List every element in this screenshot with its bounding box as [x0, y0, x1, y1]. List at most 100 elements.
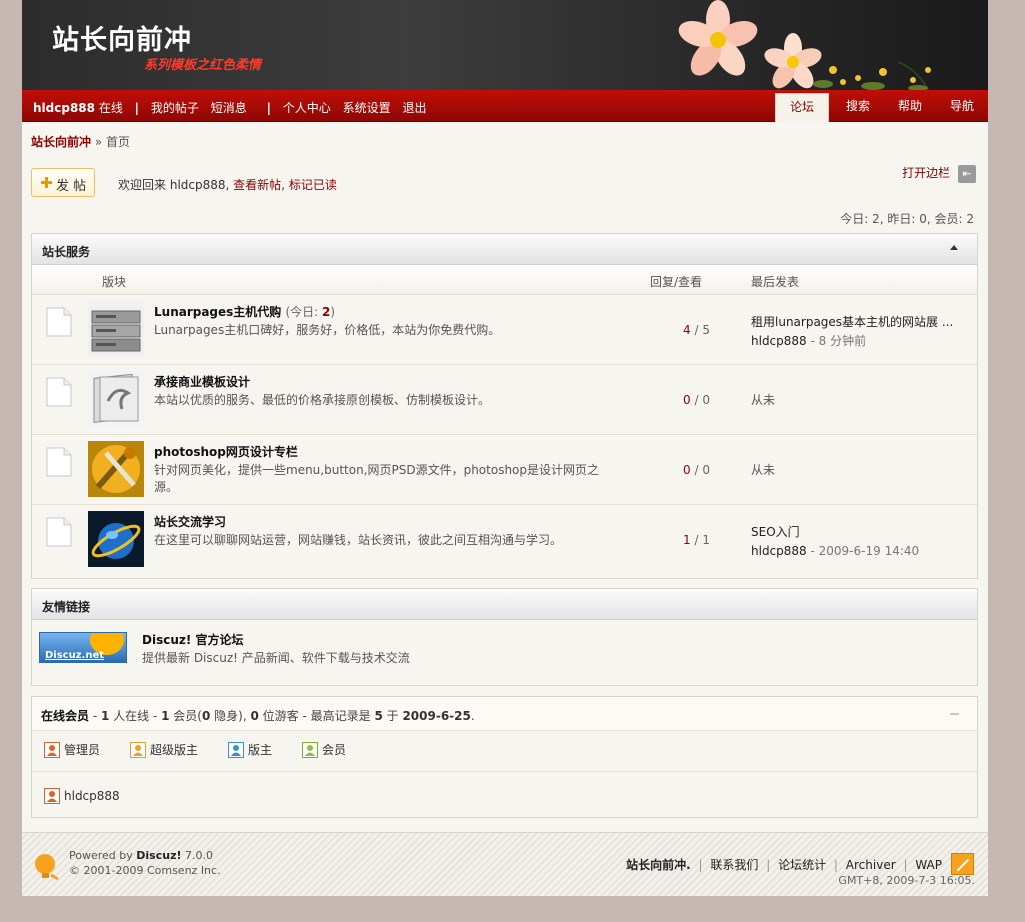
site-logo-title[interactable]: 站长向前冲	[52, 18, 192, 57]
table-header: 版块 回复/查看 最后发表	[32, 265, 977, 295]
settings-link[interactable]: 系统设置	[343, 101, 391, 115]
messages-link[interactable]: 短消息	[211, 101, 247, 115]
category-title[interactable]: 站长服务	[42, 245, 90, 259]
footer-links: 站长向前冲. | 联系我们 | 论坛统计 | Archiver | WAP	[626, 856, 942, 873]
today-count: (今日: 2)	[286, 305, 336, 319]
profile-center-link[interactable]: 个人中心	[283, 101, 331, 115]
legend-super-mod: 超级版主	[130, 741, 198, 758]
site-tagline: 系列模板之红色柔情	[144, 58, 262, 73]
logout-link[interactable]: 退出	[402, 101, 426, 115]
new-post-button[interactable]: 发 帖	[31, 168, 95, 197]
powered-by-text: Powered by	[69, 849, 137, 862]
wap-link[interactable]: WAP	[915, 858, 942, 872]
legend-label: 会员	[322, 743, 347, 757]
forum-status-icon	[46, 307, 72, 337]
online-text: 位游客 - 最高记录是	[258, 709, 375, 723]
forum-description: 在这里可以聊聊网站运营，网站赚钱，站长资讯，彼此之间互相沟通与学习。	[154, 533, 563, 547]
forum-description: 本站以优质的服务、最低的价格承接原创模板、仿制模板设计。	[154, 393, 491, 407]
slash: /	[690, 393, 703, 407]
site-header: 站长向前冲 系列模板之红色柔情	[22, 0, 988, 90]
forum-description: Lunarpages主机口碑好，服务好，价格低，本站为你免费代购。	[154, 323, 501, 337]
moderator-icon	[228, 741, 245, 758]
online-user-link[interactable]: hldcp888	[64, 789, 120, 803]
tab-navigation[interactable]: 导航	[936, 93, 988, 122]
online-text: 人在线 -	[109, 709, 162, 723]
tab-forum[interactable]: 论坛	[774, 93, 829, 122]
last-post-time: - 8 分钟前	[806, 334, 867, 348]
legend-moderator: 版主	[228, 741, 272, 758]
stats-link[interactable]: 论坛统计	[778, 858, 826, 872]
breadcrumb-separator: »	[94, 135, 103, 149]
forum-title-link[interactable]: photoshop网页设计专栏	[154, 445, 298, 459]
server-icon	[88, 301, 144, 357]
forum-row[interactable]: photoshop网页设计专栏 针对网页美化，提供一些menu,button,网…	[32, 435, 977, 505]
divider: |	[134, 101, 140, 115]
sidebar-toggle[interactable]: 打开边栏 ⇤	[902, 164, 976, 183]
contact-link[interactable]: 联系我们	[710, 858, 758, 872]
flower-banner-image	[678, 0, 931, 90]
discuz-brand-link[interactable]: Discuz!	[136, 849, 181, 862]
tab-search[interactable]: 搜索	[832, 93, 884, 122]
col-forum: 版块	[102, 275, 127, 289]
main-navbar: hldcp888 在线 | 我的帖子 短消息 | 个人中心 系统设置 退出 论坛…	[22, 90, 988, 122]
welcome-message: 欢迎回来 hldcp888, 查看新帖, 标记已读	[118, 176, 337, 193]
online-members-box: 在线会员 - 1 人在线 - 1 会员(0 隐身), 0 位游客 - 最高记录是…	[31, 696, 978, 818]
admin-user-icon	[44, 741, 60, 758]
tab-help[interactable]: 帮助	[884, 93, 936, 122]
online-text: .	[470, 709, 475, 723]
last-post-title-link[interactable]: SEO入门	[751, 523, 966, 542]
reply-view-count: 0 / 0	[652, 463, 710, 477]
forum-row[interactable]: 站长交流学习 在这里可以聊聊网站运营，网站赚钱，站长资讯，彼此之间互相沟通与学习…	[32, 505, 977, 575]
username-link[interactable]: hldcp888	[33, 101, 95, 115]
reply-count: 1	[683, 533, 691, 547]
record-count: 5	[374, 709, 383, 723]
legend-label: 管理员	[64, 743, 101, 757]
sidebar-toggle-label: 打开边栏	[902, 166, 951, 180]
slash: /	[690, 323, 703, 337]
slash: /	[690, 463, 703, 477]
discuz-logo-text: Discuz.net	[45, 650, 105, 661]
view-count: 0	[702, 393, 710, 407]
online-title[interactable]: 在线会员	[41, 709, 89, 723]
footer: Powered by Discuz! 7.0.0 © 2001-2009 Com…	[22, 832, 988, 896]
online-text: 隐身),	[210, 709, 251, 723]
powered-by: Powered by Discuz! 7.0.0 © 2001-2009 Com…	[69, 848, 221, 878]
forum-title-link[interactable]: Lunarpages主机代购	[154, 305, 281, 319]
last-post-title-link[interactable]: 租用lunarpages基本主机的网站展 ...	[751, 313, 966, 332]
collapse-minus-icon[interactable]	[950, 713, 959, 715]
welcome-username: hldcp888,	[169, 178, 230, 192]
reply-count: 4	[683, 323, 691, 337]
collapse-icon[interactable]	[949, 244, 959, 254]
discuz-link-description: 提供最新 Discuz! 产品新闻、软件下载与技术交流	[142, 651, 410, 665]
forum-row[interactable]: Lunarpages主机代购 (今日: 2) Lunarpages主机口碑好，服…	[32, 295, 977, 365]
view-new-posts-link[interactable]: 查看新帖	[233, 178, 281, 192]
new-post-label: 发 帖	[56, 179, 87, 194]
my-posts-link[interactable]: 我的帖子	[151, 101, 199, 115]
view-count: 1	[702, 533, 710, 547]
last-post-user-link[interactable]: hldcp888	[751, 544, 807, 558]
breadcrumb-home-link[interactable]: 站长向前冲	[31, 135, 91, 149]
discuz-logo[interactable]: Discuz.net	[39, 632, 127, 663]
col-last-post: 最后发表	[751, 275, 800, 289]
legend-admin: 管理员	[44, 741, 100, 758]
forum-title-link[interactable]: 站长交流学习	[154, 515, 226, 529]
wap-icon[interactable]	[951, 853, 974, 875]
member-icon	[302, 741, 319, 758]
comma: ,	[281, 178, 286, 192]
divider: |	[766, 858, 771, 872]
forum-title-link[interactable]: 承接商业模板设计	[154, 375, 250, 389]
footer-site-link[interactable]: 站长向前冲.	[626, 858, 691, 872]
forum-status-icon	[46, 377, 72, 407]
last-post-never: 从未	[751, 393, 776, 407]
discuz-link[interactable]: Discuz! 官方论坛	[142, 631, 244, 648]
divider	[32, 771, 977, 772]
mark-read-link[interactable]: 标记已读	[289, 178, 337, 192]
reply-view-count: 1 / 1	[652, 533, 710, 547]
last-post-user-link[interactable]: hldcp888	[751, 334, 807, 348]
nav-tabs: 论坛 搜索 帮助 导航	[774, 93, 988, 122]
forum-row[interactable]: 承接商业模板设计 本站以优质的服务、最低的价格承接原创模板、仿制模板设计。 0 …	[32, 365, 977, 435]
copyright: © 2001-2009 Comsenz Inc.	[69, 864, 221, 877]
archiver-link[interactable]: Archiver	[846, 858, 896, 872]
last-post-time: - 2009-6-19 14:40	[806, 544, 920, 558]
links-header: 友情链接	[32, 589, 977, 620]
